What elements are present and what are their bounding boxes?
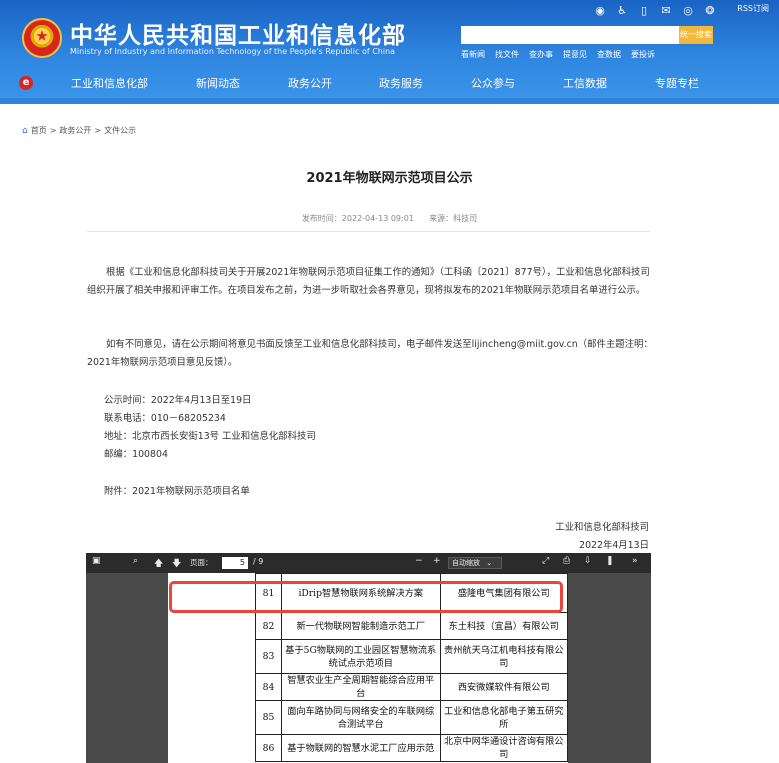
article-paragraph-1: 根据《工业和信息化部科技司关于开展2021年物联网示范项目征集工作的通知》（工科… <box>87 267 650 296</box>
zoom-in-button[interactable]: + <box>433 556 441 566</box>
article-paragraph-2: 如有不同意见，请在公示期间将意见书面反馈至工业和信息化部科技司，电子邮件发送至l… <box>87 339 653 368</box>
quick-link-data[interactable]: 查数据 <box>597 49 621 60</box>
organization: 西安微媒软件有限公司 <box>439 673 568 701</box>
top-icon-bar: ◉ ♿ ▯ ✉ ◎ ❂ <box>593 2 717 18</box>
table-row: 84 智慧农业生产全周期智能综合应用平台 西安微媒软件有限公司 <box>255 673 568 701</box>
find-icon[interactable]: ⌕ <box>133 556 138 566</box>
print-icon[interactable]: ⎙ <box>563 556 570 566</box>
accessibility-icon[interactable]: ♿ <box>615 4 629 17</box>
row-number: 85 <box>255 700 282 735</box>
breadcrumb-separator: > <box>94 126 102 135</box>
national-emblem-icon[interactable] <box>22 18 62 58</box>
page-number-input[interactable]: 5 <box>222 557 248 569</box>
nav-item-data[interactable]: 工信数据 <box>563 75 607 91</box>
notice-period: 公示时间：2022年4月13日至19日 <box>104 395 252 406</box>
site-header: 中华人民共和国工业和信息化部 Ministry of Industry and … <box>0 0 779 104</box>
presentation-mode-icon[interactable]: ⤢ <box>542 556 549 566</box>
previous-page-icon[interactable]: 🡅 <box>154 556 163 572</box>
breadcrumb: ⌂ 首页 > 政务公开 > 文件公示 <box>22 125 136 136</box>
zoom-select-value: 自动缩放 <box>452 559 480 567</box>
signature-org: 工业和信息化部科技司 <box>555 522 649 533</box>
project-name: 面向车路协同与网络安全的车联网综合测试平台 <box>281 700 441 735</box>
contact-address: 地址：北京市西长安街13号 工业和信息化部科技司 <box>104 431 316 442</box>
search-input[interactable] <box>461 26 679 44</box>
row-number: 83 <box>255 639 282 674</box>
main-nav: e 工业和信息化部 新闻动态 政务公开 政务服务 公众参与 工信数据 专题专栏 <box>0 72 779 94</box>
project-name: 基于5G物联网的工业园区智慧物流系统试点示范项目 <box>281 639 441 674</box>
zoom-select[interactable]: 自动缩放 ⌄ <box>448 557 502 569</box>
breadcrumb-separator: > <box>49 126 57 135</box>
project-name: 智慧农业生产全周期智能综合应用平台 <box>281 673 441 701</box>
quick-link-files[interactable]: 找文件 <box>495 49 519 60</box>
chevron-down-icon: ⌄ <box>486 559 493 567</box>
sidebar-toggle-icon[interactable]: ▣ <box>92 556 101 566</box>
pdf-toolbar: ▣ ⌕ 🡅 🡇 页面： 5 / 9 − + 自动缩放 ⌄ ⤢ ⎙ ⇩ ❚ » <box>86 553 651 573</box>
total-pages: / 9 <box>253 557 264 566</box>
project-name: 基于物联网的智慧水泥工厂应用示范 <box>281 734 441 762</box>
weibo2-icon[interactable]: ❂ <box>703 4 717 17</box>
row-number: 86 <box>255 734 282 762</box>
breadcrumb-home[interactable]: 首页 <box>31 125 47 136</box>
search-button[interactable]: 统一搜索 <box>679 26 713 44</box>
site-subtitle: Ministry of Industry and Information Tec… <box>70 47 396 56</box>
organization: 贵州航天乌江机电科技有限公司 <box>439 639 568 674</box>
project-name: 新一代物联网智能制造示范工厂 <box>281 612 441 640</box>
nav-item-topics[interactable]: 专题专栏 <box>655 75 699 91</box>
zoom-out-button[interactable]: − <box>415 556 423 566</box>
breadcrumb-file-notice[interactable]: 文件公示 <box>104 125 136 136</box>
title-divider <box>87 231 650 232</box>
mobile-icon[interactable]: ▯ <box>637 4 651 17</box>
attachment-link[interactable]: 附件：2021年物联网示范项目名单 <box>104 483 250 497</box>
breadcrumb-public-affairs[interactable]: 政务公开 <box>59 125 91 136</box>
weibo-icon[interactable]: ◉ <box>593 4 607 17</box>
mail-icon[interactable]: ✉ <box>659 4 673 17</box>
article-source: 来源：科技司 <box>429 214 478 223</box>
article-title: 2021年物联网示范项目公示 <box>306 171 473 186</box>
nav-item-participation[interactable]: 公众参与 <box>471 75 515 91</box>
nav-item-public-affairs[interactable]: 政务公开 <box>288 75 332 91</box>
bookmark-icon[interactable]: ❚ <box>606 556 614 566</box>
row-number: 82 <box>255 612 282 640</box>
organization: 北京中网华通设计咨询有限公司 <box>439 734 568 762</box>
publish-time: 发布时间：2022-04-13 09:01 <box>301 214 414 223</box>
page-label: 页面： <box>190 558 213 567</box>
article-meta: 发布时间：2022-04-13 09:01 来源：科技司 <box>0 213 779 224</box>
table-row: 83 基于5G物联网的工业园区智慧物流系统试点示范项目 贵州航天乌江机电科技有限… <box>255 639 568 674</box>
organization: 东土科技（宜昌）有限公司 <box>439 612 568 640</box>
download-icon[interactable]: ⇩ <box>584 556 592 566</box>
quick-link-news[interactable]: 看新闻 <box>461 49 485 60</box>
site-title[interactable]: 中华人民共和国工业和信息化部 <box>70 16 406 50</box>
home-icon: ⌂ <box>22 125 28 136</box>
postal-code: 邮编：100804 <box>104 449 168 460</box>
wechat-icon[interactable]: ◎ <box>681 4 695 17</box>
highlight-box <box>169 581 563 613</box>
contact-phone: 联系电话：010－68205234 <box>104 413 226 424</box>
quick-links: 看新闻 找文件 查办事 提意见 查数据 要投诉 <box>461 49 655 60</box>
table-row: 82 新一代物联网智能制造示范工厂 东土科技（宜昌）有限公司 <box>255 612 568 640</box>
quick-link-services[interactable]: 查办事 <box>529 49 553 60</box>
row-number: 84 <box>255 673 282 701</box>
table-row: 86 基于物联网的智慧水泥工厂应用示范 北京中网华通设计咨询有限公司 <box>255 734 568 762</box>
signature-date: 2022年4月13日 <box>579 540 649 551</box>
next-page-icon[interactable]: 🡇 <box>172 556 181 572</box>
quick-link-feedback[interactable]: 提意见 <box>563 49 587 60</box>
nav-item-services[interactable]: 政务服务 <box>379 75 423 91</box>
tools-menu-icon[interactable]: » <box>632 556 638 566</box>
nav-item-ministry[interactable]: 工业和信息化部 <box>71 75 148 91</box>
organization: 工业和信息化部电子第五研究所 <box>439 700 568 735</box>
nav-logo-icon[interactable]: e <box>19 76 33 90</box>
quick-link-complaint[interactable]: 要投诉 <box>631 49 655 60</box>
rss-link[interactable]: RSS订阅 <box>737 3 769 14</box>
nav-item-news[interactable]: 新闻动态 <box>196 75 240 91</box>
table-row: 85 面向车路协同与网络安全的车联网综合测试平台 工业和信息化部电子第五研究所 <box>255 700 568 735</box>
